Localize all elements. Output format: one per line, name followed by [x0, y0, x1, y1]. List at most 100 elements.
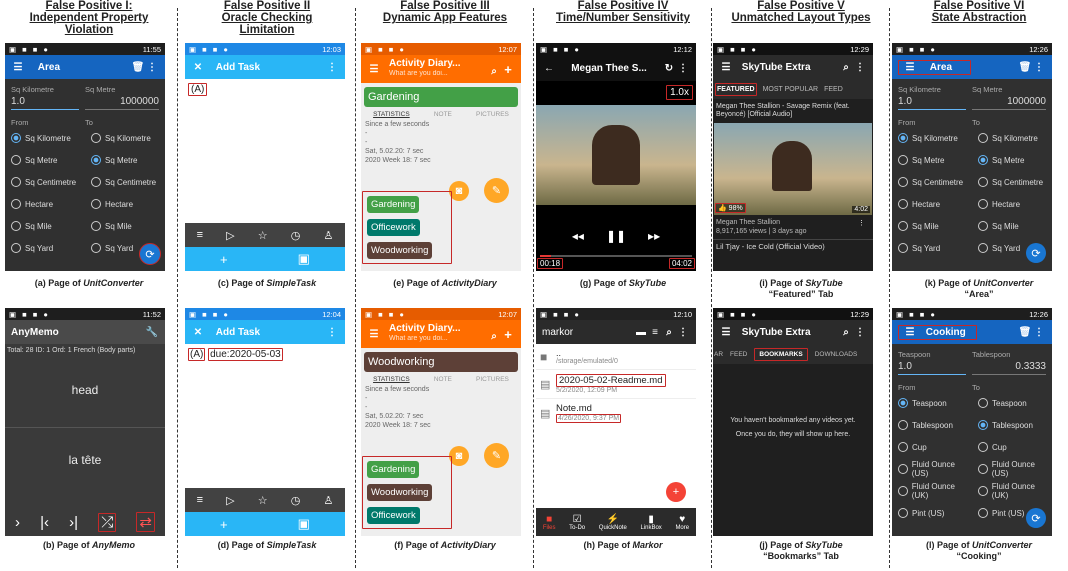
from-value-input[interactable]: 1.0	[898, 94, 966, 110]
add-icon[interactable]: +	[501, 62, 515, 77]
more-icon[interactable]: ⋮	[858, 219, 865, 228]
star-icon[interactable]: ☆	[258, 494, 268, 507]
activity-item[interactable]: Officework	[367, 507, 420, 524]
shuffle-icon[interactable]: ⤮	[98, 512, 117, 532]
from-unit-option[interactable]: Sq Yard	[5, 243, 85, 253]
more-icon[interactable]: ⋮	[325, 327, 339, 338]
save-icon[interactable]: ▣	[298, 251, 310, 267]
from-unit-option[interactable]: Sq Metre	[892, 155, 972, 165]
camera-button[interactable]: ◙	[449, 181, 469, 201]
from-value-input[interactable]: 1.0	[11, 94, 79, 110]
to-unit-option[interactable]: Sq Metre	[85, 155, 165, 165]
task-text-input[interactable]: (A)	[188, 83, 208, 96]
nav-todo[interactable]: ☑ To-Do	[569, 514, 585, 531]
next-video-title[interactable]: Lil Tjay - Ice Cold (Official Video)	[713, 239, 873, 253]
tab-note[interactable]: NOTE	[434, 376, 452, 383]
more-icon[interactable]: ⋮	[676, 63, 690, 74]
tab-pictures[interactable]: PICTURES	[476, 111, 509, 118]
menu-icon[interactable]: ☰	[719, 62, 733, 73]
nav-quicknote[interactable]: ⚡ QuickNote	[599, 514, 627, 531]
delete-icon[interactable]: 🗑	[1018, 327, 1032, 338]
from-unit-option[interactable]: Pint (US)	[892, 508, 972, 518]
tab-statistics[interactable]: STATISTICS	[373, 111, 410, 118]
video-thumbnail[interactable]: 👍 98% 4:02	[714, 123, 872, 215]
add-icon[interactable]: +	[220, 517, 228, 532]
from-unit-option[interactable]: Fluid Ounce (UK)	[892, 482, 972, 500]
search-icon[interactable]: ⌕	[487, 66, 501, 77]
tab-feed[interactable]: FEED	[730, 351, 747, 358]
wrench-icon[interactable]: 🔧	[145, 327, 159, 338]
sort-icon[interactable]: ≡	[648, 327, 662, 338]
tab-bookmarks[interactable]: BOOKMARKS	[754, 347, 808, 361]
tag-icon[interactable]: ▷	[226, 494, 234, 507]
more-icon[interactable]: ⋮	[1032, 62, 1046, 73]
menu-icon[interactable]: ☰	[719, 327, 733, 338]
tab-note[interactable]: NOTE	[434, 111, 452, 118]
to-unit-option[interactable]: Sq Kilometre	[85, 133, 165, 143]
parent-folder[interactable]: ..	[556, 348, 618, 358]
to-unit-option[interactable]: Fluid Ounce (UK)	[972, 482, 1052, 500]
from-unit-option[interactable]: Fluid Ounce (US)	[892, 460, 972, 478]
menu-icon[interactable]: ☰	[367, 329, 381, 340]
more-icon[interactable]: ⋮	[145, 62, 159, 73]
activity-item[interactable]: Gardening	[367, 196, 420, 213]
from-unit-option[interactable]: Sq Metre	[5, 155, 85, 165]
swap-button[interactable]: ⟳	[1026, 508, 1046, 528]
back-arrow-icon[interactable]: ←	[542, 63, 556, 74]
from-unit-option[interactable]: Sq Kilometre	[5, 133, 85, 143]
next-icon[interactable]: ›	[15, 514, 20, 531]
menu-icon[interactable]: ☰	[903, 62, 917, 73]
from-unit-option[interactable]: Sq Yard	[892, 243, 972, 253]
nav-more[interactable]: ♥ More	[675, 514, 689, 531]
activity-item[interactable]: Woodworking	[367, 242, 433, 259]
rewind-icon[interactable]: ◂◂	[572, 229, 584, 243]
folder-icon[interactable]: ▬	[634, 327, 648, 338]
search-icon[interactable]: ⌕	[839, 327, 853, 338]
refresh-icon[interactable]: ↻	[662, 63, 676, 74]
activity-item[interactable]: Officework	[367, 219, 420, 236]
tab-statistics[interactable]: STATISTICS	[373, 376, 410, 383]
to-unit-option[interactable]: Sq Mile	[85, 221, 165, 231]
from-unit-option[interactable]: Teaspoon	[892, 398, 972, 408]
from-unit-option[interactable]: Sq Centimetre	[5, 177, 85, 187]
save-icon[interactable]: ▣	[298, 516, 310, 532]
to-unit-option[interactable]: Sq Mile	[972, 221, 1052, 231]
search-icon[interactable]: ⌕	[839, 62, 853, 73]
from-unit-option[interactable]: Hectare	[892, 199, 972, 209]
file-row[interactable]: ▤ Note.md 4/26/2020, 9:37 PM	[536, 399, 696, 427]
tab-featured[interactable]: FEATURED	[715, 82, 757, 96]
last-icon[interactable]: ›|	[69, 514, 78, 531]
from-value-input[interactable]: 1.0	[898, 359, 966, 375]
swap-button[interactable]: ⟳	[139, 243, 161, 265]
file-row[interactable]: ▤ 2020-05-02-Readme.md 5/2/2020, 12:09 PM	[536, 370, 696, 399]
to-unit-option[interactable]: Sq Kilometre	[972, 133, 1052, 143]
to-unit-option[interactable]: Cup	[972, 442, 1052, 452]
swap-button[interactable]: ⟳	[1026, 243, 1046, 263]
star-icon[interactable]: ☆	[258, 229, 268, 242]
clock-icon[interactable]: ◷	[291, 494, 301, 507]
nav-linkbox[interactable]: ▮ LinkBox	[640, 514, 661, 531]
from-unit-option[interactable]: Tablespoon	[892, 420, 972, 430]
list-icon[interactable]: ≡	[197, 229, 203, 241]
add-icon[interactable]: +	[220, 252, 228, 267]
menu-icon[interactable]: ☰	[367, 64, 381, 75]
edit-button[interactable]: ✎	[484, 443, 509, 468]
current-activity[interactable]: Woodworking	[364, 352, 518, 372]
playback-speed[interactable]: 1.0x	[666, 85, 693, 100]
menu-icon[interactable]: ☰	[903, 327, 917, 338]
person-icon[interactable]: ♙	[324, 494, 334, 507]
more-icon[interactable]: ⋮	[676, 327, 690, 338]
add-icon[interactable]: +	[501, 327, 515, 342]
more-icon[interactable]: ⋮	[1032, 327, 1046, 338]
from-unit-option[interactable]: Sq Centimetre	[892, 177, 972, 187]
clock-icon[interactable]: ◷	[291, 229, 301, 242]
close-icon[interactable]: ✕	[191, 327, 205, 338]
more-icon[interactable]: ⋮	[325, 62, 339, 73]
tag-icon[interactable]: ▷	[226, 229, 234, 242]
person-icon[interactable]: ♙	[324, 229, 334, 242]
to-unit-option[interactable]: Sq Centimetre	[85, 177, 165, 187]
more-icon[interactable]: ⋮	[853, 62, 867, 73]
to-unit-option[interactable]: Tablespoon	[972, 420, 1052, 430]
close-icon[interactable]: ✕	[191, 62, 205, 73]
to-unit-option[interactable]: Sq Centimetre	[972, 177, 1052, 187]
